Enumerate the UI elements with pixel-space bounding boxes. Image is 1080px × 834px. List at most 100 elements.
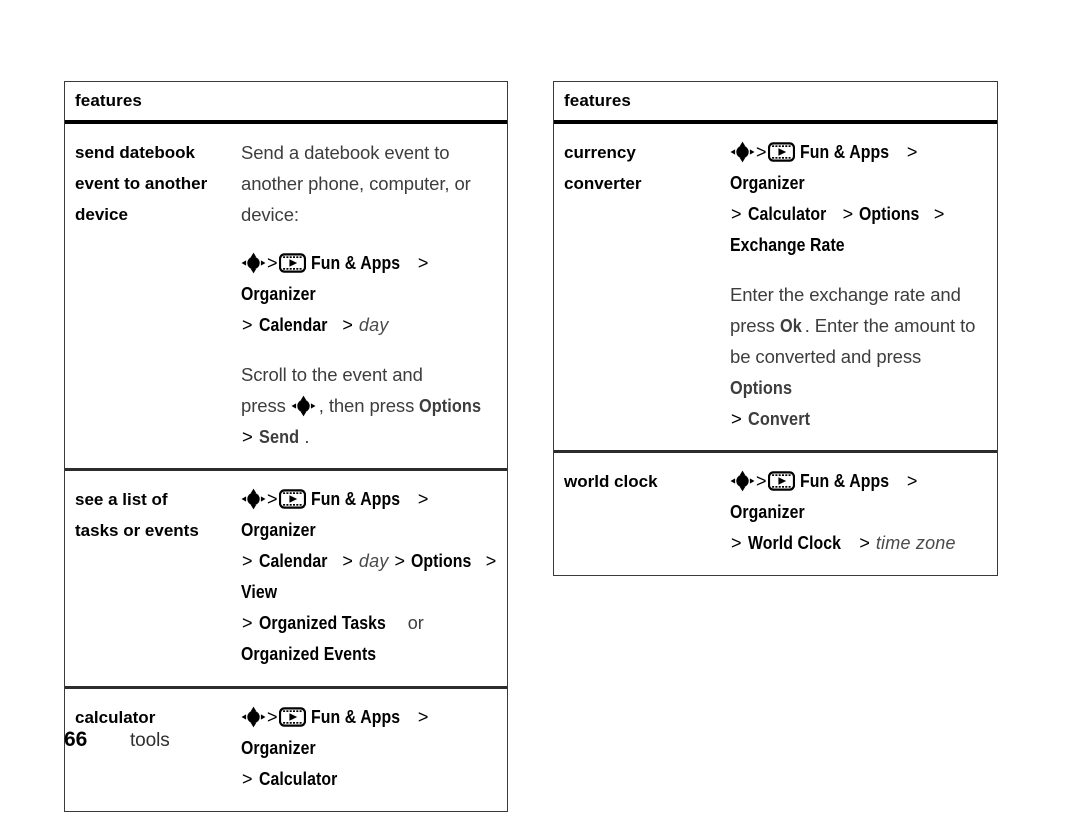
navigation-key-icon[interactable] — [730, 470, 755, 492]
path-separator: > — [242, 315, 253, 335]
path-separator: > — [906, 471, 918, 491]
row-label-line: send datebook — [75, 143, 195, 162]
path-separator: > — [417, 489, 429, 509]
prose-line: Scroll to the event and — [241, 364, 423, 385]
menu-item-calculator[interactable]: Calculator — [748, 199, 826, 230]
path-separator: > — [267, 489, 278, 509]
path-separator: > — [342, 551, 353, 571]
navigation-key-icon[interactable] — [241, 252, 266, 274]
menu-item-organized-tasks[interactable]: Organized Tasks — [259, 608, 386, 639]
path-separator: > — [267, 707, 278, 727]
row-label-world-clock: world clock — [554, 453, 730, 575]
menu-item-options[interactable]: Options — [859, 199, 919, 230]
menu-variable-day: day — [358, 315, 389, 335]
path-separator: > — [756, 142, 767, 162]
menu-item-calculator[interactable]: Calculator — [259, 764, 337, 795]
path-separator: > — [242, 769, 253, 789]
navigation-key-icon[interactable] — [241, 706, 266, 728]
menu-item-options[interactable]: Options — [411, 546, 471, 577]
path-separator: > — [417, 707, 429, 727]
path-separator: > — [342, 315, 353, 335]
row-label-line: currency — [564, 143, 636, 162]
row-body-currency-converter: > Fun & Apps > Organizer > Calculator > … — [730, 124, 997, 450]
path-separator: > — [267, 253, 278, 273]
prose-line: , then press — [318, 395, 415, 416]
row-body-send-datebook-event: Send a datebook event to another phone, … — [241, 124, 507, 468]
menu-item-exchange-rate[interactable]: Exchange Rate — [730, 230, 845, 261]
page-footer: 66 tools — [64, 728, 170, 752]
menu-item-options[interactable]: Options — [730, 372, 792, 403]
path-separator: > — [731, 408, 742, 429]
features-table-right: features currency converter > Fun & Apps… — [553, 81, 998, 576]
row-label-line: world clock — [564, 472, 658, 491]
menu-item-calendar[interactable]: Calendar — [259, 310, 327, 341]
menu-item-fun-apps[interactable]: Fun & Apps — [311, 702, 400, 733]
menu-item-fun-apps[interactable]: Fun & Apps — [800, 137, 889, 168]
path-separator: > — [859, 533, 870, 553]
menu-item-fun-apps[interactable]: Fun & Apps — [311, 248, 400, 279]
period: . — [304, 426, 310, 447]
menu-item-fun-apps[interactable]: Fun & Apps — [800, 466, 889, 497]
menu-item-organizer[interactable]: Organizer — [730, 497, 805, 528]
menu-item-organizer[interactable]: Organizer — [241, 515, 316, 546]
menu-item-organized-events[interactable]: Organized Events — [241, 639, 376, 670]
menu-path: > — [730, 137, 991, 261]
menu-item-organizer[interactable]: Organizer — [241, 279, 316, 310]
table-row: world clock > Fun & Apps > Organizer > W… — [554, 450, 997, 575]
table-row: currency converter > Fun & Apps > Organi… — [554, 124, 997, 450]
path-separator: > — [756, 471, 767, 491]
film-strip-play-icon[interactable] — [278, 253, 306, 273]
navigation-key-icon[interactable] — [291, 395, 316, 417]
prose-line: be converted and press — [730, 346, 922, 367]
path-separator: > — [842, 204, 854, 224]
description-paragraph: Send a datebook event to another phone, … — [241, 137, 501, 230]
table-row: see a list of tasks or events > Fun & Ap… — [65, 468, 507, 686]
features-table-left: features send datebook event to another … — [64, 81, 508, 812]
prose-line: press — [241, 395, 286, 416]
row-body-world-clock: > Fun & Apps > Organizer > World Clock >… — [730, 453, 997, 575]
row-body-calculator: > Fun & Apps > Organizer > Calculator — [241, 689, 507, 811]
menu-item-fun-apps[interactable]: Fun & Apps — [311, 484, 400, 515]
page-number: 66 — [64, 728, 88, 751]
row-label-line: converter — [564, 174, 642, 193]
menu-item-calendar[interactable]: Calendar — [259, 546, 327, 577]
film-strip-play-icon[interactable] — [278, 707, 306, 727]
path-separator: > — [933, 204, 945, 224]
navigation-key-icon[interactable] — [730, 141, 755, 163]
path-separator: > — [242, 551, 253, 571]
prose-line: device: — [241, 204, 299, 225]
row-label-currency-converter: currency converter — [554, 124, 730, 450]
menu-item-organizer[interactable]: Organizer — [730, 168, 805, 199]
path-separator: > — [394, 551, 406, 571]
menu-variable-day: day — [358, 551, 389, 571]
menu-path: > — [241, 484, 501, 670]
menu-item-world-clock[interactable]: World Clock — [748, 528, 841, 559]
prose-line: Enter the exchange rate and — [730, 284, 961, 305]
menu-item-send[interactable]: Send — [259, 421, 299, 452]
film-strip-play-icon[interactable] — [767, 471, 795, 491]
row-body-see-list-tasks-events: > Fun & Apps > Organizer > Calendar > da… — [241, 471, 507, 686]
row-label-line: device — [75, 205, 128, 224]
menu-item-options[interactable]: Options — [419, 390, 481, 421]
menu-item-view[interactable]: View — [241, 577, 277, 608]
table-header-features-left: features — [65, 82, 507, 124]
instruction-paragraph: Scroll to the event and press , then pre… — [241, 359, 501, 452]
row-label-line: tasks or events — [75, 521, 199, 540]
instruction-paragraph: Enter the exchange rate and press Ok. En… — [730, 279, 991, 434]
path-separator: > — [242, 426, 253, 447]
menu-path: > — [241, 248, 501, 341]
navigation-key-icon[interactable] — [241, 488, 266, 510]
prose-line: . Enter the amount to — [804, 315, 976, 336]
film-strip-play-icon[interactable] — [278, 489, 306, 509]
menu-variable-time-zone: time zone — [875, 533, 956, 553]
menu-item-convert[interactable]: Convert — [748, 403, 810, 434]
prose-line: Send a datebook event to — [241, 142, 450, 163]
film-strip-play-icon[interactable] — [767, 142, 795, 162]
table-row: send datebook event to another device Se… — [65, 124, 507, 468]
row-label-line: event to another — [75, 174, 208, 193]
path-separator: > — [731, 204, 742, 224]
menu-item-organizer[interactable]: Organizer — [241, 733, 316, 764]
menu-item-ok[interactable]: Ok — [780, 310, 802, 341]
path-separator: > — [731, 533, 742, 553]
manual-page: features send datebook event to another … — [0, 0, 1080, 834]
